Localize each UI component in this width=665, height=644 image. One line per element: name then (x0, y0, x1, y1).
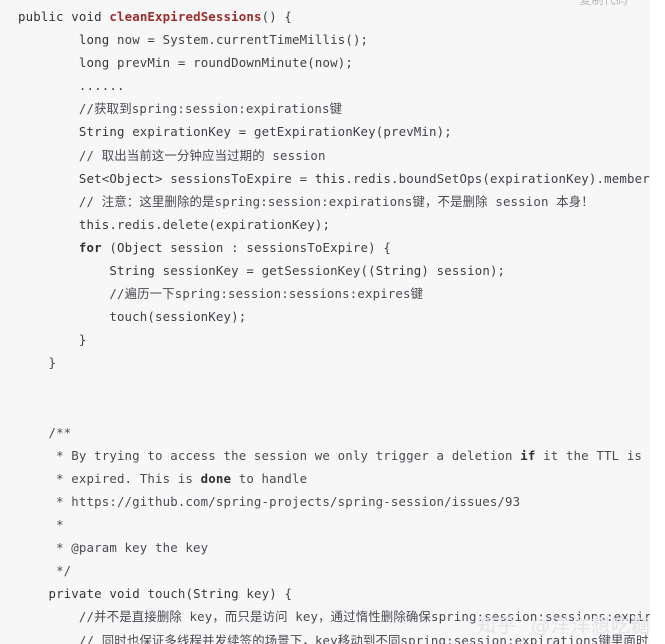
code-line: // 注意：这里删除的是spring:session:expirations键，… (78, 193, 594, 209)
code-line: */ (48, 563, 72, 579)
code-line: this.redis.delete(expirationKey); (78, 216, 331, 232)
code-line: private void touch(String key) { (48, 586, 293, 602)
code-line: //并不是直接删除 key，而只是访问 key，通过惰性删除确保spring:s… (78, 609, 650, 625)
code-line: * @param key the key (48, 540, 209, 556)
code-line: * (48, 517, 64, 533)
code-line: * expired. This is done to handle (48, 470, 308, 486)
code-line: // 同时也保证多线程并发续签的场景下，key移动到不同spring:sessi… (78, 632, 650, 644)
code-line: // 取出当前这一分钟应当过期的 session (78, 147, 326, 163)
code-line: } (48, 355, 57, 371)
code-line: public void cleanExpiredSessions() { (18, 9, 293, 24)
code-line: long now = System.currentTimeMillis(); (78, 32, 369, 48)
code-line: String sessionKey = getSessionKey((Strin… (109, 263, 506, 279)
code-line: ...... (78, 78, 125, 94)
code-line: * By trying to access the session we onl… (48, 447, 643, 463)
code-screenshot-root: 复制代码 public void cleanExpiredSessions() … (0, 0, 665, 644)
code-block-panel: 复制代码 public void cleanExpiredSessions() … (0, 0, 650, 644)
code-line: * https://github.com/spring-projects/spr… (48, 493, 521, 509)
code-line: //获取到spring:session:expirations键 (78, 101, 343, 117)
code-line: /** (48, 424, 72, 440)
code-line: } (78, 332, 87, 348)
code-line: long prevMin = roundDownMinute(now); (78, 55, 353, 71)
code-line: //遍历一下spring:session:sessions:expires键 (109, 286, 424, 302)
code-line: touch(sessionKey); (109, 309, 247, 325)
code-line: for (Object session : sessionsToExpire) … (78, 239, 391, 255)
code-content[interactable]: public void cleanExpiredSessions() { lon… (0, 5, 650, 644)
code-line: Set<Object> sessionsToExpire = this.redi… (78, 170, 650, 186)
code-line: String expirationKey = getExpirationKey(… (78, 124, 452, 140)
